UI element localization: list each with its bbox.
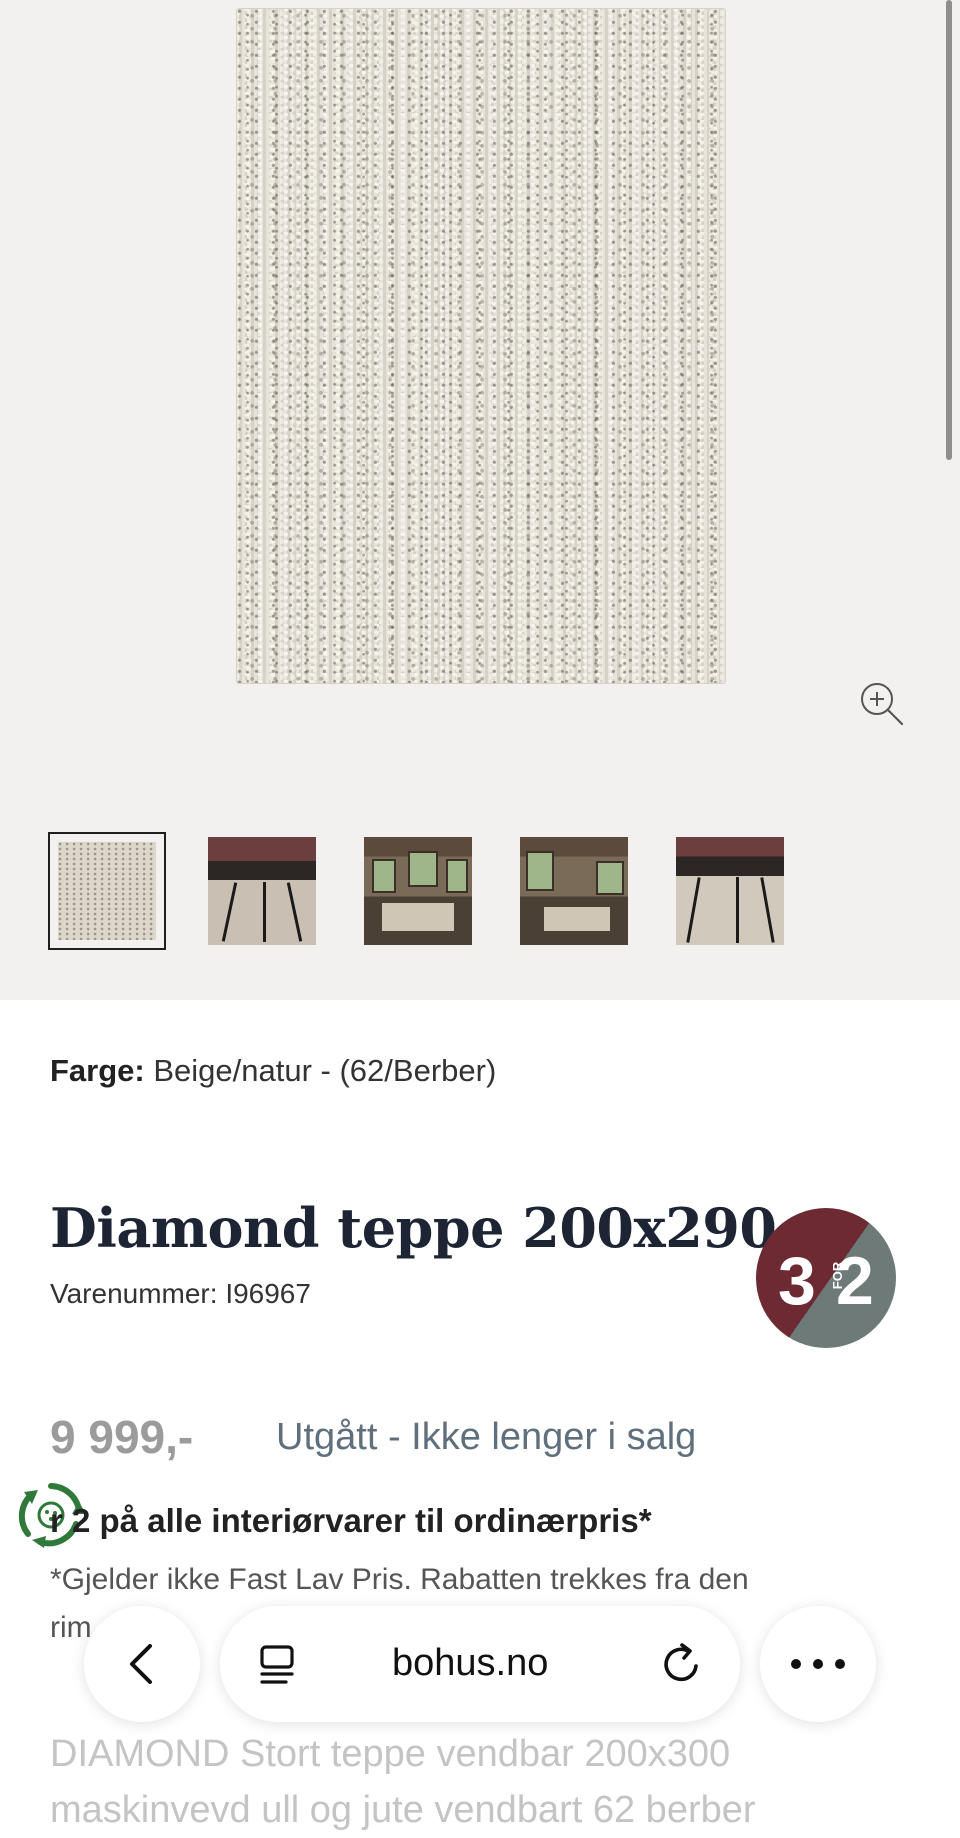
back-button[interactable]	[84, 1606, 200, 1722]
promo-badge: 3 FOR 2	[756, 1208, 896, 1348]
thumbnail-strip	[48, 832, 832, 950]
more-icon	[791, 1659, 845, 1669]
thumbnail-living-room[interactable]	[364, 837, 472, 945]
description-line2: maskinvevd ull og jute vendbart 62 berbe…	[50, 1789, 756, 1831]
promo-note-line1: *Gjelder ikke Fast Lav Pris. Rabatten tr…	[50, 1563, 749, 1596]
product-gallery	[0, 0, 960, 1000]
badge-left-number: 3	[778, 1243, 816, 1319]
color-value: Beige/natur - (62/Berber)	[153, 1053, 497, 1088]
product-main-image[interactable]	[236, 8, 726, 684]
product-title: Diamond teppe 200x290	[50, 1196, 777, 1260]
more-button[interactable]	[760, 1606, 876, 1722]
page-scrollbar[interactable]	[946, 0, 952, 460]
browser-toolbar: bohus.no	[0, 1606, 960, 1726]
thumbnail-living-room-sofa[interactable]	[520, 837, 628, 945]
thumbnail-side-tables[interactable]	[208, 837, 316, 945]
badge-right-number: 2	[836, 1243, 874, 1319]
zoom-in-icon[interactable]	[856, 678, 906, 728]
reload-icon[interactable]	[658, 1640, 706, 1688]
thumbnail-side-tables-closeup[interactable]	[676, 837, 784, 945]
product-price: 9 999,-	[50, 1411, 194, 1463]
product-description: DIAMOND Stort teppe vendbar 200x300 mask…	[50, 1726, 910, 1838]
thumbnail-rug[interactable]	[48, 832, 166, 950]
url-text[interactable]: bohus.no	[392, 1642, 548, 1685]
product-sku: Varenummer: I96967	[50, 1278, 311, 1309]
promo-text: r 2 på alle interiørvarer til ordinærpri…	[50, 1502, 652, 1539]
description-line1: DIAMOND Stort teppe vendbar 200x300	[50, 1733, 731, 1775]
tabs-icon[interactable]	[256, 1644, 300, 1686]
availability-status: Utgått - Ikke lenger i salg	[276, 1416, 697, 1458]
color-label: Farge:	[50, 1053, 145, 1088]
address-bar[interactable]: bohus.no	[220, 1606, 740, 1722]
color-info: Farge: Beige/natur - (62/Berber)	[50, 1053, 496, 1089]
chevron-left-icon	[130, 1644, 152, 1684]
